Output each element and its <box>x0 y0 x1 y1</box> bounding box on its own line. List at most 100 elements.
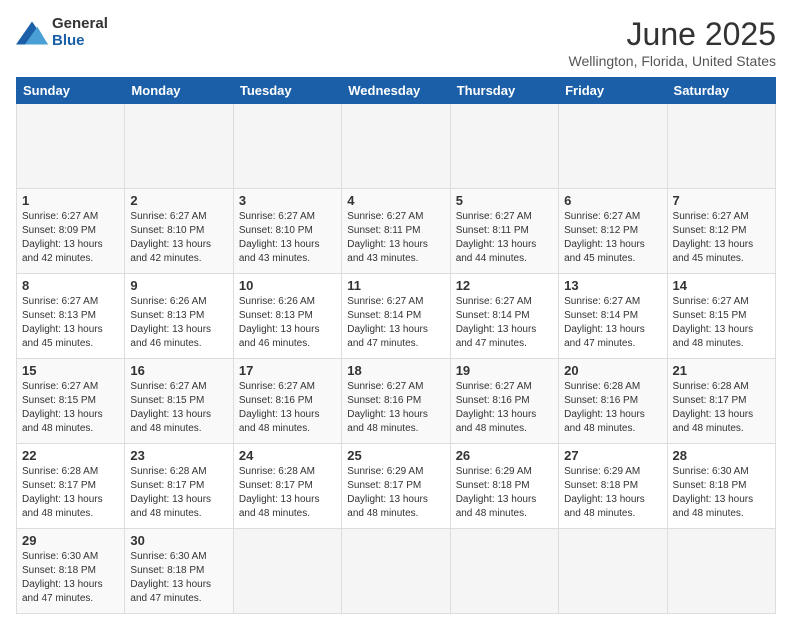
calendar-cell <box>17 104 125 189</box>
cell-content: Sunrise: 6:27 AMSunset: 8:11 PMDaylight:… <box>347 210 444 266</box>
day-header-sunday: Sunday <box>17 78 125 104</box>
cell-content: Sunrise: 6:27 AMSunset: 8:14 PMDaylight:… <box>456 295 553 351</box>
calendar-cell: 7Sunrise: 6:27 AMSunset: 8:12 PMDaylight… <box>667 189 775 274</box>
title-area: June 2025 Wellington, Florida, United St… <box>568 16 776 69</box>
calendar-table: SundayMondayTuesdayWednesdayThursdayFrid… <box>16 77 776 614</box>
day-number: 16 <box>130 363 227 378</box>
location-title: Wellington, Florida, United States <box>568 53 776 69</box>
calendar-cell: 5 Sunrise: 6:27 AMSunset: 8:11 PMDaylight… <box>450 189 558 274</box>
calendar-cell: 23 Sunrise: 6:28 AMSunset: 8:17 PMDayligh… <box>125 444 233 529</box>
calendar-cell: 17Sunrise: 6:27 AMSunset: 8:16 PMDayligh… <box>233 359 341 444</box>
cell-content: Sunrise: 6:29 AMSunset: 8:18 PMDaylight:… <box>564 465 661 521</box>
day-number: 13 <box>564 278 661 293</box>
day-number: 3 <box>239 193 336 208</box>
calendar-cell: 19Sunrise: 6:27 AMSunset: 8:16 PMDayligh… <box>450 359 558 444</box>
calendar-cell: 27Sunrise: 6:29 AMSunset: 8:18 PMDayligh… <box>559 444 667 529</box>
calendar-cell <box>667 104 775 189</box>
day-number: 8 <box>22 278 119 293</box>
day-number: 12 <box>456 278 553 293</box>
cell-content: Sunrise: 6:28 AMSunset: 8:17 PMDaylight:… <box>673 380 770 436</box>
cell-content: Sunrise: 6:27 AMSunset: 8:13 PMDaylight:… <box>22 295 119 351</box>
logo-blue-text: Blue <box>52 33 108 50</box>
logo-general-text: General <box>52 16 108 33</box>
cell-content: Sunrise: 6:27 AMSunset: 8:12 PMDaylight:… <box>564 210 661 266</box>
day-header-wednesday: Wednesday <box>342 78 450 104</box>
day-number: 28 <box>673 448 770 463</box>
day-number: 30 <box>130 533 227 548</box>
cell-content: Sunrise: 6:27 AMSunset: 8:15 PMDaylight:… <box>22 380 119 436</box>
calendar-cell <box>342 529 450 614</box>
day-number: 26 <box>456 448 553 463</box>
day-number: 14 <box>673 278 770 293</box>
day-number: 11 <box>347 278 444 293</box>
calendar-cell <box>233 104 341 189</box>
day-number: 18 <box>347 363 444 378</box>
week-row-5: 22Sunrise: 6:28 AMSunset: 8:17 PMDayligh… <box>17 444 776 529</box>
calendar-cell: 3Sunrise: 6:27 AMSunset: 8:10 PMDaylight… <box>233 189 341 274</box>
cell-content: Sunrise: 6:26 AMSunset: 8:13 PMDaylight:… <box>239 295 336 351</box>
month-title: June 2025 <box>568 16 776 53</box>
calendar-header-row: SundayMondayTuesdayWednesdayThursdayFrid… <box>17 78 776 104</box>
calendar-cell: 28 Sunrise: 6:30 AMSunset: 8:18 PMDayligh… <box>667 444 775 529</box>
calendar-cell: 22Sunrise: 6:28 AMSunset: 8:17 PMDayligh… <box>17 444 125 529</box>
calendar-cell: 21 Sunrise: 6:28 AMSunset: 8:17 PMDayligh… <box>667 359 775 444</box>
day-number: 10 <box>239 278 336 293</box>
week-row-4: 15 Sunrise: 6:27 AMSunset: 8:15 PMDayligh… <box>17 359 776 444</box>
calendar-cell: 16 Sunrise: 6:27 AMSunset: 8:15 PMDayligh… <box>125 359 233 444</box>
day-number: 5 <box>456 193 553 208</box>
calendar-cell: 1Sunrise: 6:27 AMSunset: 8:09 PMDaylight… <box>17 189 125 274</box>
calendar-cell <box>233 529 341 614</box>
calendar-cell: 26 Sunrise: 6:29 AMSunset: 8:18 PMDayligh… <box>450 444 558 529</box>
day-number: 21 <box>673 363 770 378</box>
day-number: 25 <box>347 448 444 463</box>
calendar-cell <box>450 529 558 614</box>
cell-content: Sunrise: 6:27 AMSunset: 8:10 PMDaylight:… <box>130 210 227 266</box>
cell-content: Sunrise: 6:26 AMSunset: 8:13 PMDaylight:… <box>130 295 227 351</box>
cell-content: Sunrise: 6:27 AMSunset: 8:11 PMDaylight:… <box>456 210 553 266</box>
week-row-2: 1Sunrise: 6:27 AMSunset: 8:09 PMDaylight… <box>17 189 776 274</box>
calendar-cell: 9Sunrise: 6:26 AMSunset: 8:13 PMDaylight… <box>125 274 233 359</box>
calendar-cell <box>559 529 667 614</box>
day-header-saturday: Saturday <box>667 78 775 104</box>
cell-content: Sunrise: 6:28 AMSunset: 8:16 PMDaylight:… <box>564 380 661 436</box>
day-number: 6 <box>564 193 661 208</box>
week-row-6: 29 Sunrise: 6:30 AMSunset: 8:18 PMDayligh… <box>17 529 776 614</box>
day-number: 19 <box>456 363 553 378</box>
cell-content: Sunrise: 6:28 AMSunset: 8:17 PMDaylight:… <box>239 465 336 521</box>
cell-content: Sunrise: 6:29 AMSunset: 8:17 PMDaylight:… <box>347 465 444 521</box>
day-number: 17 <box>239 363 336 378</box>
day-header-monday: Monday <box>125 78 233 104</box>
cell-content: Sunrise: 6:28 AMSunset: 8:17 PMDaylight:… <box>130 465 227 521</box>
cell-content: Sunrise: 6:30 AMSunset: 8:18 PMDaylight:… <box>22 550 119 606</box>
day-number: 7 <box>673 193 770 208</box>
calendar-cell: 13Sunrise: 6:27 AMSunset: 8:14 PMDayligh… <box>559 274 667 359</box>
day-header-tuesday: Tuesday <box>233 78 341 104</box>
calendar-cell: 24 Sunrise: 6:28 AMSunset: 8:17 PMDayligh… <box>233 444 341 529</box>
logo-icon <box>16 19 48 47</box>
calendar-cell <box>559 104 667 189</box>
day-number: 15 <box>22 363 119 378</box>
calendar-cell: 25 Sunrise: 6:29 AMSunset: 8:17 PMDayligh… <box>342 444 450 529</box>
day-header-friday: Friday <box>559 78 667 104</box>
day-number: 24 <box>239 448 336 463</box>
cell-content: Sunrise: 6:27 AMSunset: 8:15 PMDaylight:… <box>130 380 227 436</box>
calendar-cell: 2Sunrise: 6:27 AMSunset: 8:10 PMDaylight… <box>125 189 233 274</box>
calendar-cell <box>450 104 558 189</box>
logo: General Blue <box>16 16 108 49</box>
header: General Blue June 2025 Wellington, Flori… <box>16 16 776 69</box>
day-header-thursday: Thursday <box>450 78 558 104</box>
calendar-cell: 14 Sunrise: 6:27 AMSunset: 8:15 PMDayligh… <box>667 274 775 359</box>
calendar-cell <box>125 104 233 189</box>
day-number: 23 <box>130 448 227 463</box>
week-row-1 <box>17 104 776 189</box>
calendar-cell: 6 Sunrise: 6:27 AMSunset: 8:12 PMDaylight… <box>559 189 667 274</box>
day-number: 4 <box>347 193 444 208</box>
cell-content: Sunrise: 6:27 AMSunset: 8:15 PMDaylight:… <box>673 295 770 351</box>
calendar-cell: 12 Sunrise: 6:27 AMSunset: 8:14 PMDayligh… <box>450 274 558 359</box>
cell-content: Sunrise: 6:30 AMSunset: 8:18 PMDaylight:… <box>673 465 770 521</box>
day-number: 29 <box>22 533 119 548</box>
calendar-cell: 20 Sunrise: 6:28 AMSunset: 8:16 PMDayligh… <box>559 359 667 444</box>
calendar-cell: 29 Sunrise: 6:30 AMSunset: 8:18 PMDayligh… <box>17 529 125 614</box>
day-number: 20 <box>564 363 661 378</box>
cell-content: Sunrise: 6:29 AMSunset: 8:18 PMDaylight:… <box>456 465 553 521</box>
